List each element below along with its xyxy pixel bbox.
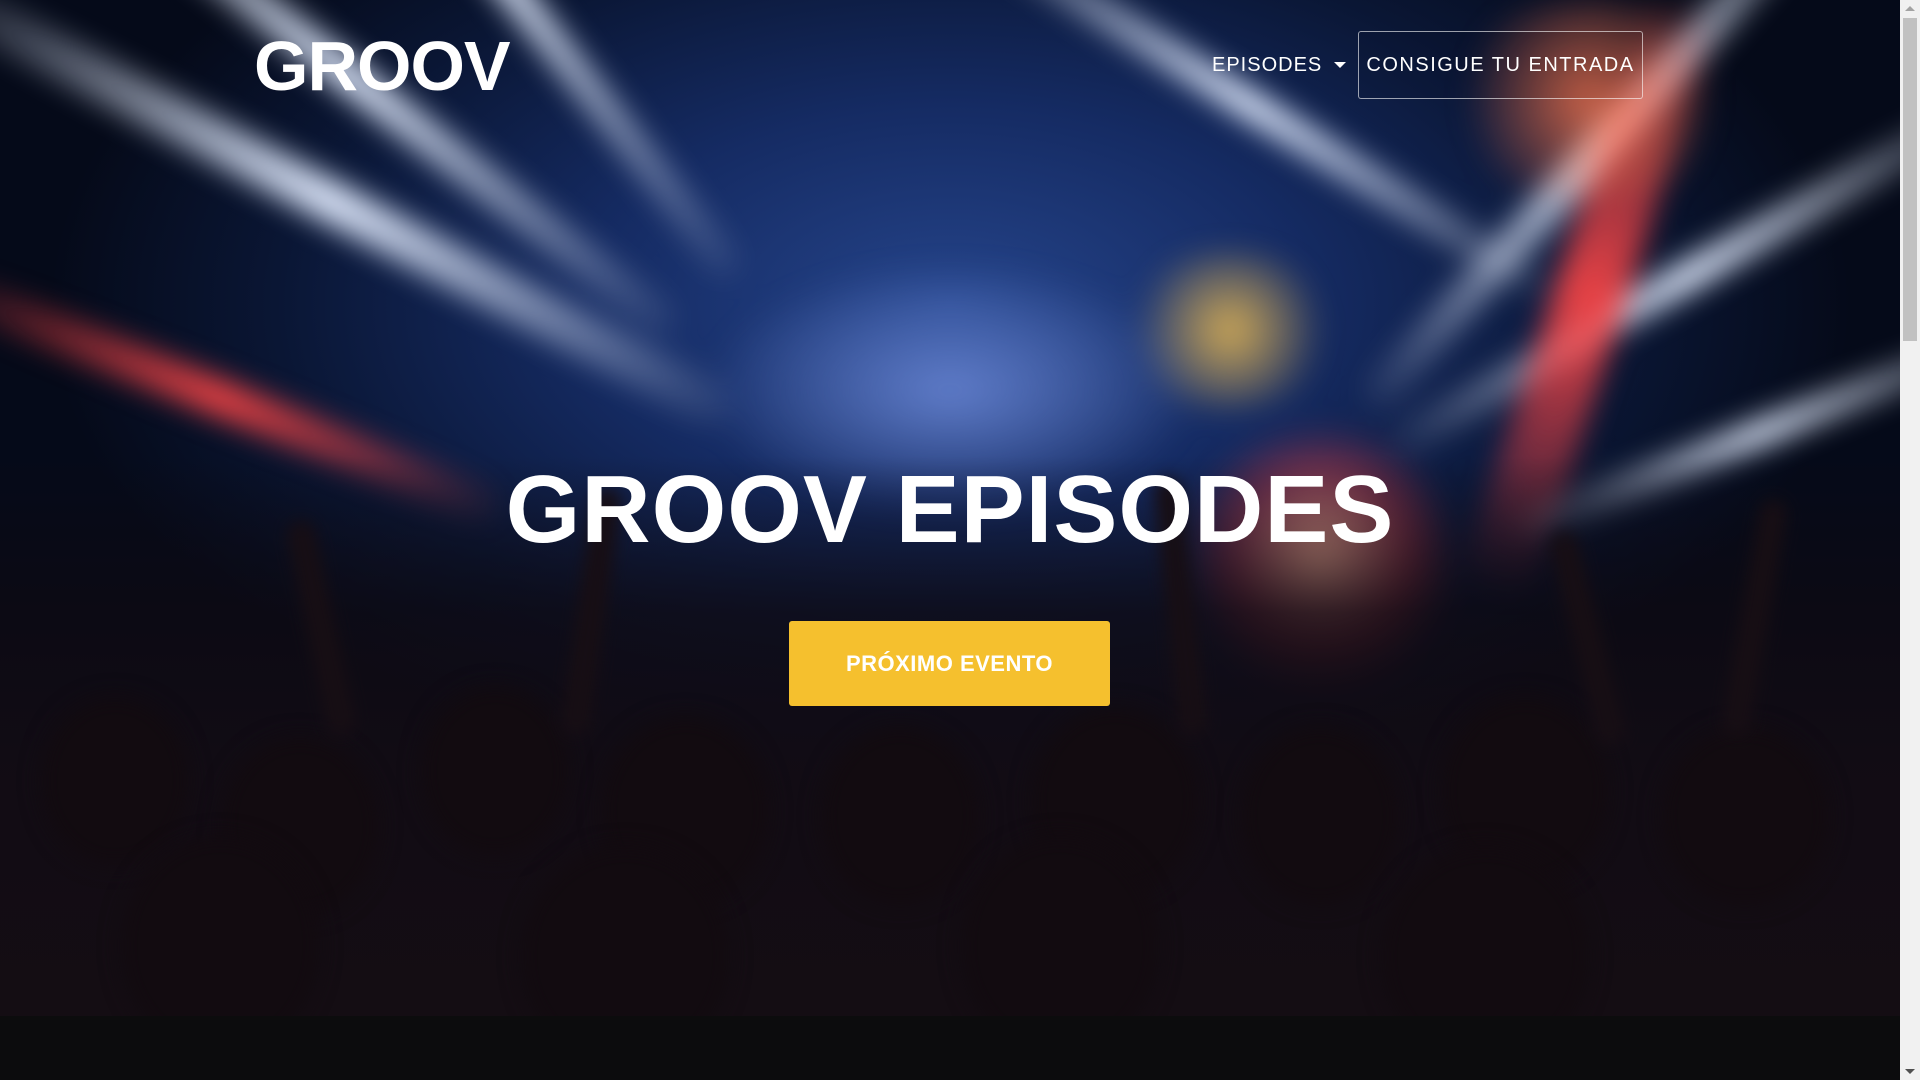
caret-down-icon (1334, 62, 1347, 68)
groov-logo[interactable]: GROOV (254, 31, 511, 101)
get-ticket-button[interactable]: CONSIGUE TU ENTRADA (1358, 31, 1643, 99)
top-navbar: GROOV EPISODES CONSIGUE TU ENTRADA (0, 0, 1900, 130)
vertical-scrollbar[interactable] (1900, 0, 1920, 1080)
scroll-up-arrow-icon[interactable] (1900, 0, 1920, 17)
scrollbar-thumb[interactable] (1903, 18, 1917, 341)
hero-title: GROOV EPISODES (505, 456, 1395, 563)
page: GROOV EPISODES CONSIGUE TU ENTRADA GROOV… (0, 0, 1900, 1080)
episodes-dropdown[interactable]: EPISODES (1212, 48, 1347, 82)
next-section-edge (0, 1016, 1900, 1080)
next-event-button[interactable]: PRÓXIMO EVENTO (789, 621, 1110, 706)
scroll-down-arrow-icon[interactable] (1900, 1063, 1920, 1080)
episodes-dropdown-label: EPISODES (1212, 53, 1323, 76)
